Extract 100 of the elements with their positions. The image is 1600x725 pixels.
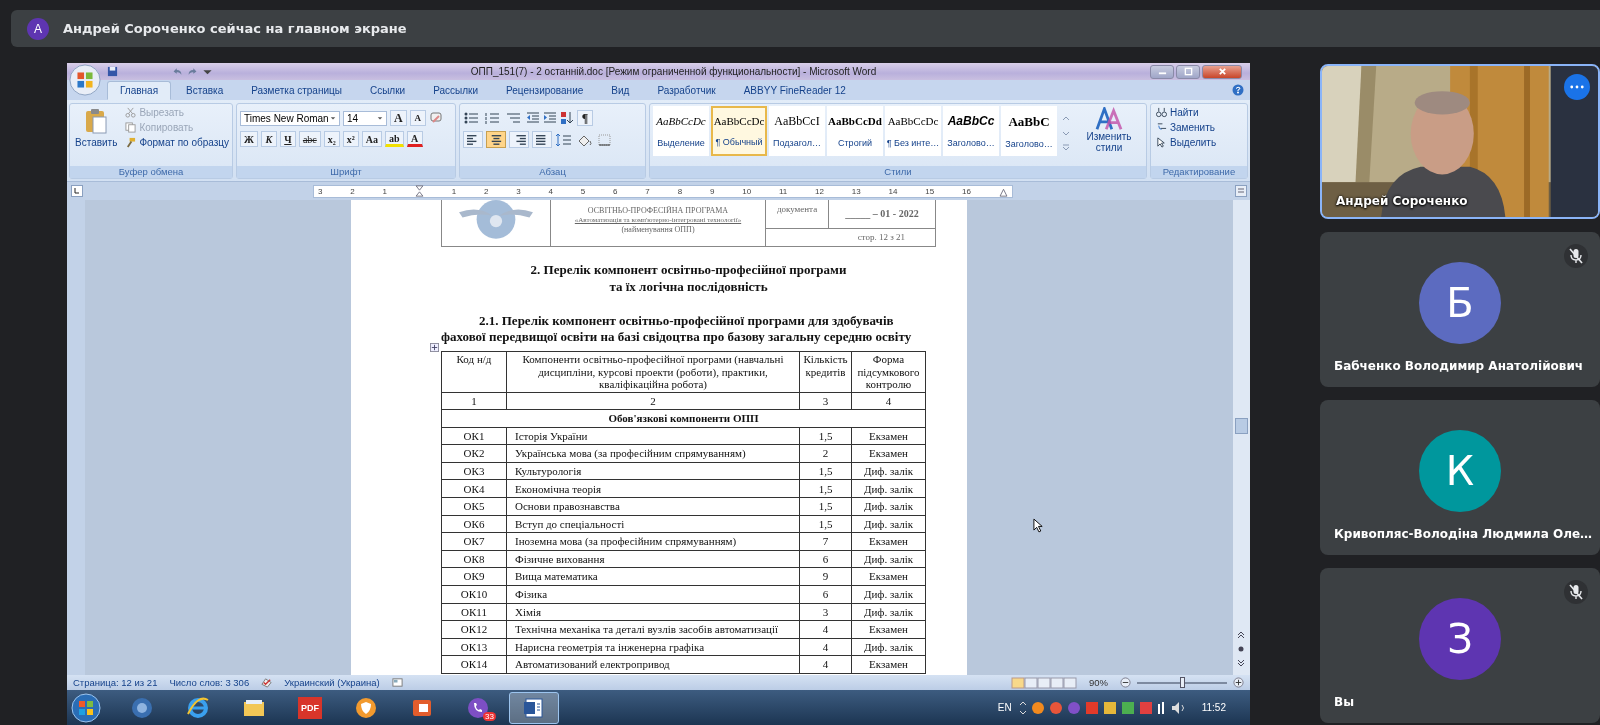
table-move-handle-icon[interactable] xyxy=(430,343,439,352)
group-label: Абзац xyxy=(460,166,645,178)
sort-icon[interactable] xyxy=(560,111,574,125)
pdf-taskbar-button[interactable]: PDF xyxy=(285,691,335,724)
table-cell: 1,5 xyxy=(799,515,852,533)
table-cell: ОК14 xyxy=(441,655,507,674)
show-marks-button[interactable]: ¶ xyxy=(577,110,593,126)
table-cell: Історія України xyxy=(506,427,800,445)
tab-selector-icon[interactable] xyxy=(71,185,83,197)
ruler-number: 11 xyxy=(778,186,788,196)
clipboard-button[interactable]: Формат по образцу xyxy=(123,136,232,149)
vertical-scrollbar[interactable] xyxy=(1233,200,1250,675)
maximize-button[interactable] xyxy=(1176,64,1200,79)
shield-icon xyxy=(354,695,378,720)
macro-icon[interactable] xyxy=(391,677,403,688)
style-option[interactable]: AaBbCcDc Выделение xyxy=(653,106,709,156)
circle-app-icon xyxy=(130,695,154,720)
format-button[interactable]: abc xyxy=(298,131,321,147)
clock[interactable]: 11:52 xyxy=(1201,702,1226,713)
save-icon[interactable] xyxy=(107,66,118,77)
participant-avatar: З xyxy=(1419,597,1501,680)
style-option[interactable]: AaBbC Заголово… xyxy=(1001,106,1057,156)
ribbon-tab[interactable]: Главная xyxy=(107,81,172,100)
ribbon-tab[interactable]: Вид xyxy=(598,81,643,100)
font-size-field[interactable]: 14 xyxy=(343,110,387,126)
style-option[interactable]: AaBbCcDc ¶ Обычный xyxy=(711,106,767,156)
ribbon-tab[interactable]: Вставка xyxy=(173,81,237,100)
bullets-icon[interactable] xyxy=(463,111,481,125)
copy-icon xyxy=(125,122,137,133)
align-center-button[interactable] xyxy=(486,131,506,148)
undo-icon[interactable] xyxy=(172,66,183,77)
table-cell: ОК7 xyxy=(441,532,507,551)
notification-badge: 33 xyxy=(483,711,496,721)
zoom-out-icon[interactable] xyxy=(1120,677,1131,688)
minimize-button[interactable] xyxy=(1150,64,1174,79)
shrink-font-button[interactable]: A xyxy=(409,110,426,126)
participant-avatar: Б xyxy=(1419,261,1501,344)
format-button[interactable]: x₂ xyxy=(323,131,340,147)
browse-buttons-icon[interactable] xyxy=(1236,629,1246,669)
window-title: ОПП_151(7) - 2 останній.doc [Режим ограниченной функциональности] - Microsoft Word xyxy=(469,66,878,77)
ribbon-tab[interactable]: ABBYY FineReader 12 xyxy=(730,81,859,100)
paste-button[interactable]: Вставить xyxy=(73,106,120,150)
highlight-button[interactable]: ab xyxy=(385,131,404,147)
table-cell: Основи правознавства xyxy=(506,497,800,516)
column-header: Компоненти освітньо-професійної програми (навчальні дисципліни, курсові проекти (роботи), практики, кваліфікаційна робота) xyxy=(506,351,800,392)
ribbon-tab[interactable]: Рецензирование xyxy=(493,81,597,100)
table-cell: Фізичне виховання xyxy=(506,550,800,568)
word-count[interactable]: Число слов: 3 306 xyxy=(169,677,250,688)
table-cell: 4 xyxy=(799,620,852,639)
zoom-level[interactable]: 90% xyxy=(1089,677,1108,688)
group-label: Редактирование xyxy=(1151,166,1247,178)
style-option[interactable]: AaBbCcDd Строгий xyxy=(827,106,883,156)
language-indicator[interactable]: EN xyxy=(997,702,1012,713)
format-button[interactable]: x² xyxy=(342,131,359,147)
format-button[interactable]: К xyxy=(260,131,277,147)
zoom-in-icon[interactable] xyxy=(1233,677,1244,688)
ribbon-tab[interactable]: Разработчик xyxy=(644,81,729,100)
format-button[interactable]: Ж xyxy=(240,131,258,147)
align-right-button[interactable] xyxy=(509,131,529,148)
style-option[interactable]: AaBbCcDc ¶ Без инте… xyxy=(885,106,941,156)
editing-button[interactable]: Заменить xyxy=(1154,121,1217,134)
start-button[interactable] xyxy=(71,692,101,723)
line-spacing-icon[interactable] xyxy=(555,132,573,147)
style-option[interactable]: AaBbCc Заголово… xyxy=(943,106,999,156)
indent-marker-icon[interactable] xyxy=(414,185,424,197)
table-cell: ОК8 xyxy=(441,550,507,568)
format-button[interactable]: Aa xyxy=(361,131,382,147)
style-option[interactable]: AaBbCcI Подзагол… xyxy=(769,106,825,156)
help-icon[interactable] xyxy=(1232,84,1244,96)
zoom-slider-thumb[interactable] xyxy=(1180,676,1185,688)
participant-name: Кривопляс-Володіна Людмила Оле… xyxy=(1334,527,1593,541)
decrease-indent-icon[interactable] xyxy=(526,111,540,125)
multilevel-list-icon[interactable] xyxy=(505,111,523,125)
align-justify-button[interactable] xyxy=(532,131,552,148)
column-header: Кількість кредитів xyxy=(799,351,852,392)
language-status[interactable]: Украинский (Украина) xyxy=(284,677,380,688)
viber-taskbar-button[interactable]: 33 xyxy=(453,691,503,724)
page-count[interactable]: Страница: 12 из 21 xyxy=(73,677,158,688)
participant-avatar: К xyxy=(1419,429,1501,512)
format-button[interactable]: Ч xyxy=(279,131,296,147)
editing-button[interactable]: Выделить xyxy=(1154,136,1219,149)
editing-button[interactable]: Найти xyxy=(1154,106,1201,119)
change-styles-button[interactable]: Изменить стили xyxy=(1081,106,1137,154)
table-cell: 6 xyxy=(799,550,852,568)
word-taskbar-button[interactable] xyxy=(509,691,559,724)
align-left-button[interactable] xyxy=(463,131,483,148)
font-color-button[interactable]: A xyxy=(406,131,423,147)
font-name-field[interactable]: Times New Roman xyxy=(240,110,340,126)
ribbon-tab[interactable]: Рассылки xyxy=(420,81,492,100)
grow-font-button[interactable]: A xyxy=(390,110,407,126)
scrollbar-thumb[interactable] xyxy=(1235,418,1248,434)
proofing-icon[interactable] xyxy=(261,677,273,688)
column-header: Код н/д xyxy=(441,351,507,392)
clear-format-icon[interactable] xyxy=(428,111,443,125)
ribbon-tab[interactable]: Ссылки xyxy=(356,81,419,100)
view-ruler-icon[interactable] xyxy=(1235,185,1247,197)
redo-icon[interactable] xyxy=(187,66,198,77)
table-cell: ОК10 xyxy=(441,585,507,604)
close-button[interactable] xyxy=(1202,64,1242,79)
ribbon-tab[interactable]: Разметка страницы xyxy=(238,81,355,100)
